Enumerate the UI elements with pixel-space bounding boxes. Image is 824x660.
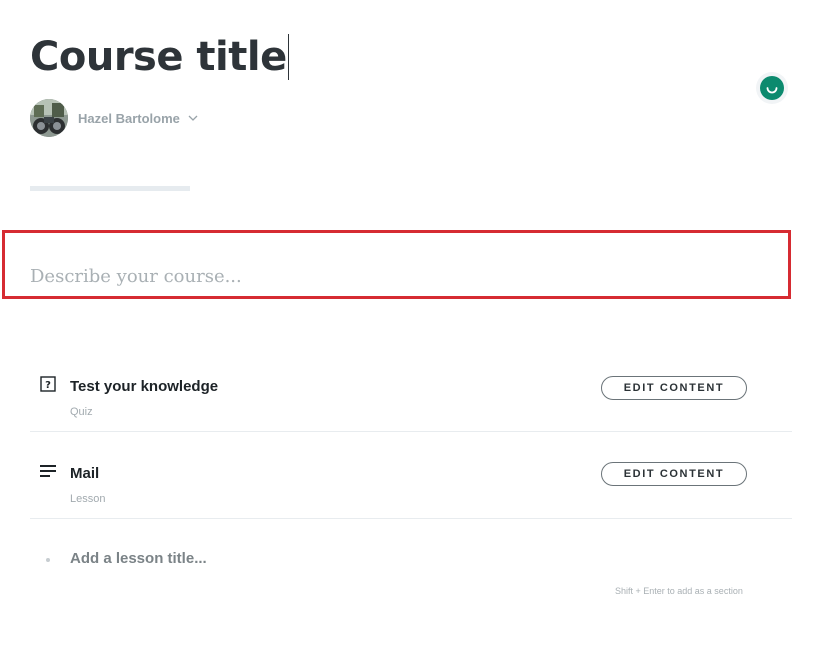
bullet-dot-icon (46, 558, 50, 562)
text-cursor (287, 34, 289, 80)
course-title-text[interactable]: Course title (30, 30, 287, 84)
edit-content-button[interactable]: EDIT CONTENT (601, 376, 747, 400)
quiz-icon: ? (40, 376, 56, 392)
chevron-down-icon[interactable] (188, 115, 198, 121)
course-progress-bar (30, 186, 190, 191)
svg-text:?: ? (45, 380, 51, 391)
author-name[interactable]: Hazel Bartolome (78, 111, 180, 126)
course-title[interactable]: Course title (30, 30, 289, 84)
lesson-row-mail[interactable]: Mail Lesson EDIT CONTENT (30, 430, 792, 519)
lesson-title[interactable]: Mail (70, 465, 99, 482)
avatar (30, 99, 68, 137)
author-selector[interactable]: Hazel Bartolome (30, 99, 198, 137)
lesson-type: Lesson (70, 493, 106, 505)
loading-spinner-icon (760, 76, 784, 100)
lesson-text-icon (40, 463, 56, 479)
save-status-indicator (756, 72, 788, 104)
edit-content-button[interactable]: EDIT CONTENT (601, 462, 747, 486)
add-lesson-title-input[interactable] (70, 550, 670, 567)
course-description-input[interactable] (30, 266, 770, 287)
lesson-type: Quiz (70, 406, 93, 418)
description-highlight-box (2, 230, 791, 299)
add-section-hint: Shift + Enter to add as a section (615, 586, 743, 596)
lesson-row-quiz[interactable]: ? Test your knowledge Quiz EDIT CONTENT (30, 343, 792, 432)
lesson-title[interactable]: Test your knowledge (70, 378, 218, 395)
